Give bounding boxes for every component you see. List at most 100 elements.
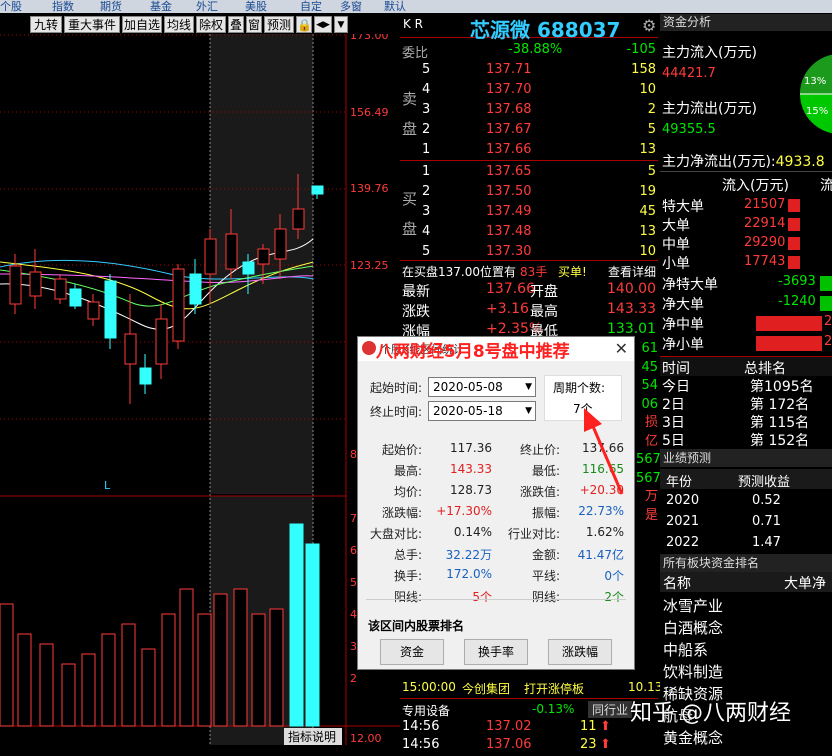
candle-body (242, 261, 255, 275)
dstat-label: 大盘对比: (369, 527, 422, 541)
ma-button[interactable]: 均线 (164, 16, 194, 33)
tab-multi[interactable]: 多窗 (340, 0, 362, 13)
dstat-label: 平线: (531, 569, 560, 583)
rank-by-fund-button[interactable]: 资金 (380, 639, 444, 665)
flow-header: 流入(万元) (722, 178, 789, 194)
start-date-select[interactable]: 2020-05-08 ▼ (428, 377, 536, 397)
ask-row: 5 137.71 158 (422, 62, 656, 77)
sector-row[interactable]: 冰雪产业 (660, 594, 832, 616)
notice-buy: 买单! (558, 265, 587, 279)
tick-event-row: 15:00:00 今创集团 打开涨停板 10.13 (402, 680, 663, 696)
rank-row: 今日 第1095名 (662, 379, 814, 395)
bottom-right-tick: 12.00 (350, 732, 382, 745)
end-date-select[interactable]: 2020-05-18 ▼ (428, 401, 536, 421)
candle-body (155, 318, 168, 365)
candle-body (225, 233, 238, 270)
industry-link[interactable]: 同行业 (588, 701, 633, 718)
dstat-value: 41.47亿 (577, 548, 624, 562)
tab-us[interactable]: 美股 (245, 0, 267, 13)
rank-section-title: 该区间内股票排名 (368, 619, 465, 633)
side-tick-3: 5 (350, 576, 357, 589)
chart-toolbar: 九转 重大事件 加自选 均线 除权 叠 窗 预测 🔒 ◀▶ ▼ (0, 14, 400, 34)
dstat-value: 117.36 (450, 441, 492, 455)
flow-header-2: 流 (820, 178, 832, 194)
dropdown-icon[interactable]: ▼ (334, 16, 348, 33)
dstat-value: 0个 (604, 569, 624, 583)
forecast-row: 2022 1.47 (666, 535, 781, 550)
rank-by-turnover-button[interactable]: 换手率 (464, 639, 528, 665)
candle-body (29, 271, 42, 297)
overlay-button[interactable]: 叠 (228, 16, 244, 33)
candle-body (69, 288, 82, 307)
weibi-value: -38.88% (508, 42, 563, 57)
side-tick-6: 2 (350, 672, 357, 685)
candle-body (189, 273, 202, 305)
side-tick-5: 3 (350, 640, 357, 653)
rank-header: 总排名 (744, 361, 786, 377)
bid-row: 1 137.65 5 (422, 164, 656, 179)
jiuzhuan-button[interactable]: 九转 (30, 16, 62, 33)
dstat-label: 阳线: (393, 590, 422, 604)
volume-bar (81, 653, 96, 727)
dstat-label: 行业对比: (507, 527, 560, 541)
sector-row[interactable]: 中船系 (660, 638, 832, 660)
dstat-label: 阴线: (531, 590, 560, 604)
dstat-value: 128.73 (450, 483, 492, 497)
tab-futures[interactable]: 期货 (100, 0, 122, 13)
tab-stock[interactable]: 个股 (0, 0, 22, 13)
forecast-button[interactable]: 预测 (264, 16, 294, 33)
candle-body (274, 228, 287, 260)
indicator-help-label: 指标说明 (288, 729, 336, 744)
forecast-eps-header: 预测收益 (738, 475, 791, 490)
tab-default[interactable]: 默认 (384, 0, 406, 13)
tab-fund[interactable]: 基金 (150, 0, 172, 13)
kline-chart[interactable]: L 指标说明 指标说明 173.00 156.49 139.76 123.25 … (0, 34, 400, 745)
ask-row: 4 137.70 10 (422, 82, 656, 97)
volume-bar (233, 588, 248, 727)
forecast-year-header: 年份 (666, 475, 693, 490)
flow-row: 特大单 21507 (660, 196, 832, 215)
gear-icon[interactable]: ⚙ (642, 16, 656, 35)
app-icon (362, 341, 376, 355)
arrows-icon[interactable]: ◀▶ (314, 16, 332, 33)
ask-row: 2 137.67 5 (422, 122, 656, 137)
candle-body (257, 248, 270, 265)
equip-row: 专用设备 -0.13% 同行业 (400, 698, 658, 718)
notice-link[interactable]: 查看详细 (608, 263, 656, 280)
sector-row[interactable]: 白酒概念 (660, 616, 832, 638)
dstat-label: 涨跌幅: (381, 506, 422, 520)
notice-text: 在买盘137.00位置有 (402, 265, 516, 279)
add-watchlist-button[interactable]: 加自选 (122, 16, 162, 33)
sector-flow-header: 大单净 (784, 576, 826, 592)
fund-title: 资金分析 (660, 14, 832, 31)
forecast-row: 2021 0.71 (666, 514, 781, 529)
tab-forex[interactable]: 外汇 (196, 0, 218, 13)
volume-bar (251, 613, 266, 727)
dstat-label: 起始价: (381, 443, 422, 457)
net-outflow: 主力净流出(万元):4933.8 (662, 154, 825, 170)
dialog-titlebar[interactable]: 个股K线区间统计 八两财经5月8号盘中推荐 ✕ (358, 337, 634, 362)
forecast-title: 业绩预测 (660, 449, 832, 467)
major-events-button[interactable]: 重大事件 (64, 16, 120, 33)
candle-body (87, 301, 100, 320)
candle-body (54, 278, 67, 300)
side-tick-4: 4 (350, 608, 357, 621)
partial-right-values: 61 45 54 06 损亿 567 567 万是 (636, 341, 661, 523)
flow-row: 小单 17743 (660, 253, 832, 272)
close-icon[interactable]: ✕ (615, 339, 628, 358)
tab-index[interactable]: 指数 (52, 0, 74, 13)
exright-button[interactable]: 除权 (196, 16, 226, 33)
stat-row: 最新 137.66 开盘 140.00 (402, 281, 656, 300)
volume-bar (197, 613, 212, 727)
fund-pie-chart: 13% 15% (800, 54, 832, 134)
volume-bar (121, 623, 136, 727)
price-tick-1: 173.00 (350, 34, 389, 42)
net-row: 净小单23 (662, 334, 832, 353)
rank-by-change-button[interactable]: 涨跌幅 (548, 639, 612, 665)
price-tick-3: 139.76 (350, 182, 389, 195)
sector-row[interactable]: 饮料制造 (660, 660, 832, 682)
lock-icon[interactable]: 🔒 (296, 16, 312, 33)
tab-custom[interactable]: 自定 (300, 0, 322, 13)
top-tabs: 个股 指数 期货 基金 外汇 美股 自定 多窗 默认 (0, 0, 832, 13)
window-button[interactable]: 窗 (246, 16, 262, 33)
